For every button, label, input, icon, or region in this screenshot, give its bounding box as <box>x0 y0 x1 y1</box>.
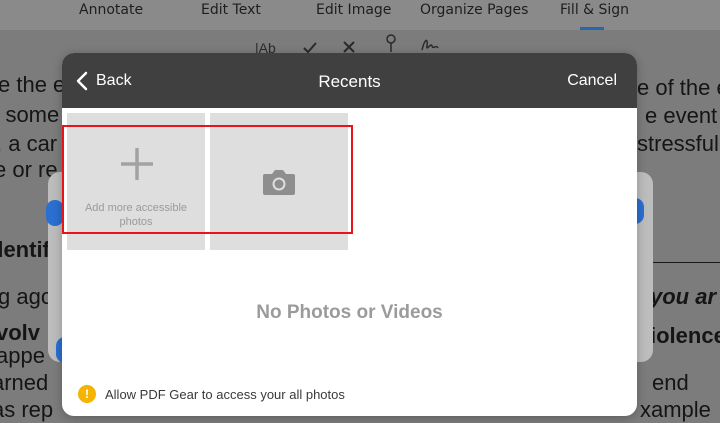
add-photos-label: Add more accessible photos <box>84 202 188 228</box>
doc-text-line: xample <box>640 397 711 422</box>
empty-state-message: No Photos or Videos <box>256 302 443 323</box>
active-tab-indicator <box>580 27 604 30</box>
doc-text-line: arned <box>0 370 49 395</box>
tab-edit-image[interactable]: Edit Image <box>316 2 391 18</box>
doc-text-line: end <box>652 370 689 395</box>
doc-text-line: iolence <box>650 323 720 348</box>
doc-text-line: , a car <box>0 131 58 156</box>
dialog-header: Back Recents Cancel <box>62 53 637 108</box>
photo-permission-prompt[interactable]: ! Allow PDF Gear to access your all phot… <box>78 383 345 405</box>
add-photos-tile[interactable]: Add more accessible photos <box>67 113 205 250</box>
doc-text-line: as rep <box>0 397 54 422</box>
doc-heading: dentif <box>0 237 50 262</box>
doc-text-line: g ago <box>0 284 54 309</box>
doc-text-line: appe <box>0 343 45 368</box>
doc-divider <box>650 262 720 263</box>
doc-text-line: you ar <box>650 284 717 309</box>
tab-annotate[interactable]: Annotate <box>79 2 143 18</box>
camera-icon <box>263 170 295 195</box>
permission-prompt-label: Allow PDF Gear to access your all photos <box>105 386 345 402</box>
warning-icon: ! <box>78 385 96 403</box>
camera-tile[interactable] <box>210 113 348 250</box>
doc-text-line: r some <box>0 102 60 127</box>
doc-text-line: e event <box>645 103 718 128</box>
tab-organize-pages[interactable]: Organize Pages <box>420 2 528 18</box>
cancel-button[interactable]: Cancel <box>567 72 617 90</box>
tab-edit-text[interactable]: Edit Text <box>201 2 261 18</box>
doc-text-line: e of the e <box>637 75 720 100</box>
top-tool-tabs: Annotate Edit Text Edit Image Organize P… <box>0 0 720 30</box>
dialog-title: Recents <box>318 72 381 91</box>
photo-picker-dialog: Back Recents Cancel Add more accessible … <box>62 53 637 416</box>
tab-fill-sign[interactable]: Fill & Sign <box>560 2 629 18</box>
doc-text-line: stressful <box>637 131 719 156</box>
plus-icon <box>121 148 153 180</box>
